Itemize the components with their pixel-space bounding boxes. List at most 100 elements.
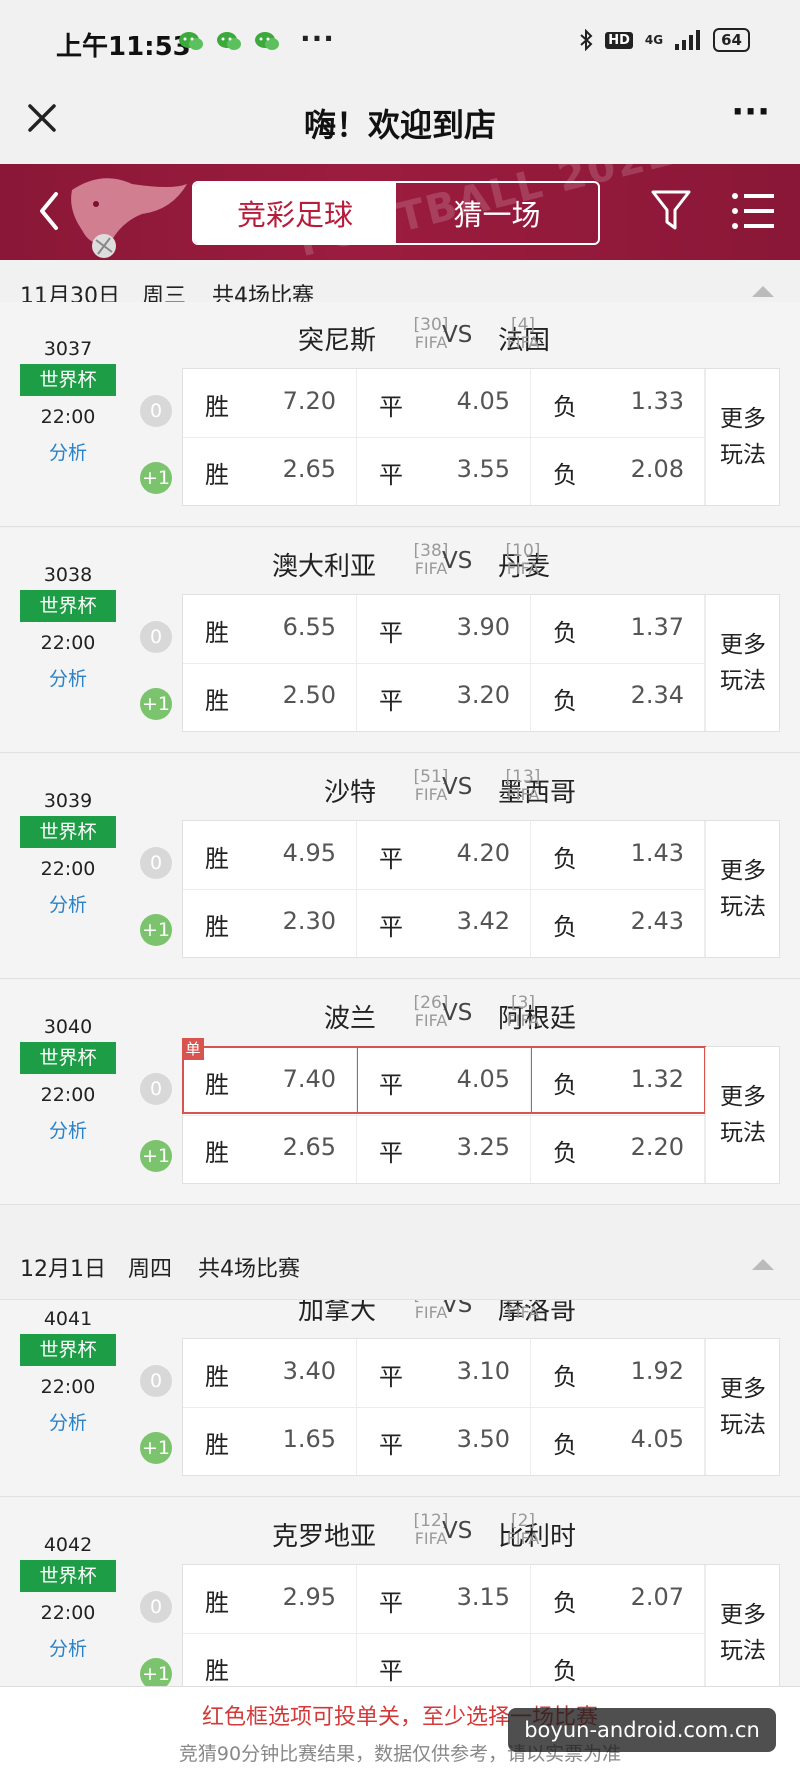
odds-value: 4.05 bbox=[456, 1065, 510, 1093]
match-card: 3038 世界杯 22:00 分析 [38] FIFA 澳大利亚 VS 丹麦 [10] FIFA 0 +… bbox=[0, 528, 800, 753]
odds-value: 1.92 bbox=[630, 1357, 684, 1385]
match-teams: [12] FIFA 克罗地亚 VS 比利时 [2] FIFA bbox=[160, 1512, 760, 1558]
odds-cell-win[interactable]: 胜 7.20 bbox=[183, 369, 357, 437]
odds-cell-win[interactable]: 胜 4.95 bbox=[183, 821, 357, 889]
more-plays-button[interactable]: 更多 玩法 bbox=[705, 595, 780, 731]
rank-number: [3] bbox=[510, 993, 536, 1013]
analysis-link[interactable]: 分析 bbox=[0, 664, 136, 691]
more-plays-label: 玩法 bbox=[720, 1412, 766, 1438]
match-number: 4042 bbox=[43, 1534, 93, 1556]
more-plays-button[interactable]: 更多 玩法 bbox=[705, 369, 780, 505]
odds-label: 胜 bbox=[205, 1139, 229, 1167]
odds-label: 负 bbox=[553, 913, 577, 941]
odds-cell-draw[interactable]: 平 3.90 bbox=[357, 595, 531, 663]
odds-cell-lose[interactable]: 负 2.34 bbox=[531, 663, 705, 731]
collapse-arrow-icon[interactable] bbox=[752, 286, 774, 297]
odds-label: 负 bbox=[553, 687, 577, 715]
handicap-zero-badge: 0 bbox=[140, 1365, 172, 1397]
odds-label: 胜 bbox=[205, 393, 229, 421]
odds-value: 2.34 bbox=[630, 681, 684, 709]
odds-row-handicap: 胜 2.50 平 3.20 负 2.34 bbox=[183, 663, 705, 731]
analysis-link[interactable]: 分析 bbox=[0, 1634, 136, 1661]
wechat-notification-icon bbox=[255, 32, 279, 50]
match-time: 22:00 bbox=[40, 1602, 96, 1624]
odds-label: 胜 bbox=[205, 845, 229, 873]
odds-label: 胜 bbox=[205, 619, 229, 647]
odds-cell-lose[interactable]: 负 1.37 bbox=[531, 595, 705, 663]
vs-label: VS bbox=[442, 774, 473, 800]
more-plays-label: 玩法 bbox=[720, 1638, 766, 1664]
collapse-arrow-icon[interactable] bbox=[752, 1259, 774, 1270]
more-plays-button[interactable]: 更多 玩法 bbox=[705, 1565, 780, 1701]
match-number: 3037 bbox=[43, 338, 93, 360]
odds-row-no-handicap: 胜 4.95 平 4.20 负 1.43 bbox=[183, 821, 705, 890]
vs-label: VS bbox=[442, 1518, 473, 1544]
odds-cell-draw[interactable]: 平 3.10 bbox=[357, 1339, 531, 1407]
list-menu-icon[interactable] bbox=[730, 188, 776, 234]
odds-cell-lose[interactable]: 负 1.32 bbox=[531, 1047, 705, 1115]
match-card: 3040 世界杯 22:00 分析 [26] FIFA 波兰 VS 阿根廷 [3] FIFA 0 +1 胜… bbox=[0, 980, 800, 1205]
tab-jingcai-football[interactable]: 竞彩足球 bbox=[194, 183, 396, 243]
day-header[interactable]: 12月1日 周四 共4场比赛 bbox=[0, 1233, 800, 1300]
odds-label: 负 bbox=[553, 1071, 577, 1099]
odds-row-no-handicap: 胜 3.40 平 3.10 负 1.92 bbox=[183, 1339, 705, 1408]
back-arrow-icon[interactable] bbox=[34, 188, 64, 234]
page-title: 嗨！欢迎到店 bbox=[303, 106, 496, 144]
odds-cell-win[interactable]: 胜 7.40 bbox=[183, 1047, 357, 1115]
fifa-label: FIFA bbox=[506, 1303, 540, 1322]
odds-cell-draw[interactable]: 平 4.20 bbox=[357, 821, 531, 889]
odds-cell-win[interactable]: 胜 6.55 bbox=[183, 595, 357, 663]
tab-guess-one[interactable]: 猜一场 bbox=[396, 183, 598, 243]
odds-cell-lose[interactable]: 负 2.08 bbox=[531, 437, 705, 505]
odds-label: 胜 bbox=[205, 687, 229, 715]
odds-cell-win[interactable]: 胜 2.30 bbox=[183, 889, 357, 957]
more-plays-label: 更多 bbox=[720, 1084, 766, 1110]
more-plays-button[interactable]: 更多 玩法 bbox=[705, 1339, 780, 1475]
odds-cell-win[interactable]: 胜 1.65 bbox=[183, 1407, 357, 1475]
odds-cell-draw[interactable]: 平 3.20 bbox=[357, 663, 531, 731]
odds-cell-win[interactable]: 胜 2.50 bbox=[183, 663, 357, 731]
odds-value: 2.30 bbox=[282, 907, 336, 935]
match-time: 22:00 bbox=[40, 632, 96, 654]
analysis-link[interactable]: 分析 bbox=[0, 1116, 136, 1143]
odds-cell-win[interactable]: 胜 2.65 bbox=[183, 437, 357, 505]
odds-label: 负 bbox=[553, 1431, 577, 1459]
odds-cell-lose[interactable]: 负 1.33 bbox=[531, 369, 705, 437]
odds-cell-lose[interactable]: 负 1.92 bbox=[531, 1339, 705, 1407]
odds-cell-draw[interactable]: 平 3.25 bbox=[357, 1115, 531, 1183]
odds-cell-win[interactable]: 胜 2.95 bbox=[183, 1565, 357, 1633]
odds-cell-draw[interactable]: 平 4.05 bbox=[357, 1047, 531, 1115]
odds-cell-lose[interactable]: 负 2.43 bbox=[531, 889, 705, 957]
more-plays-button[interactable]: 更多 玩法 bbox=[705, 1047, 780, 1183]
odds-cell-lose[interactable]: 负 2.20 bbox=[531, 1115, 705, 1183]
odds-value: 4.05 bbox=[630, 1425, 684, 1453]
status-bar: 上午11:53 ··· HD 4G 64 bbox=[0, 0, 800, 84]
odds-cell-draw[interactable]: 平 3.15 bbox=[357, 1565, 531, 1633]
vs-label: VS bbox=[442, 548, 473, 574]
filter-icon[interactable] bbox=[650, 188, 692, 234]
odds-cell-draw[interactable]: 平 3.55 bbox=[357, 437, 531, 505]
odds-label: 胜 bbox=[205, 913, 229, 941]
odds-cell-draw[interactable]: 平 4.05 bbox=[357, 369, 531, 437]
analysis-link[interactable]: 分析 bbox=[0, 1408, 136, 1435]
odds-value: 7.40 bbox=[282, 1065, 336, 1093]
odds-cell-lose[interactable]: 负 2.07 bbox=[531, 1565, 705, 1633]
odds-cell-win[interactable]: 胜 3.40 bbox=[183, 1339, 357, 1407]
odds-value: 2.20 bbox=[630, 1133, 684, 1161]
odds-cell-lose[interactable]: 负 4.05 bbox=[531, 1407, 705, 1475]
more-plays-button[interactable]: 更多 玩法 bbox=[705, 821, 780, 957]
odds-value: 3.55 bbox=[456, 455, 510, 483]
odds-cell-draw[interactable]: 平 3.50 bbox=[357, 1407, 531, 1475]
handicap-zero-badge: 0 bbox=[140, 1591, 172, 1623]
match-number: 3038 bbox=[43, 564, 93, 586]
more-options-icon[interactable]: ··· bbox=[731, 92, 770, 132]
odds-value: 6.55 bbox=[282, 613, 336, 641]
handicap-zero-badge: 0 bbox=[140, 395, 172, 427]
odds-cell-lose[interactable]: 负 1.43 bbox=[531, 821, 705, 889]
analysis-link[interactable]: 分析 bbox=[0, 438, 136, 465]
odds-cell-draw[interactable]: 平 3.42 bbox=[357, 889, 531, 957]
league-badge: 世界杯 bbox=[20, 590, 116, 622]
wechat-notification-icon bbox=[217, 32, 241, 50]
analysis-link[interactable]: 分析 bbox=[0, 890, 136, 917]
odds-cell-win[interactable]: 胜 2.65 bbox=[183, 1115, 357, 1183]
